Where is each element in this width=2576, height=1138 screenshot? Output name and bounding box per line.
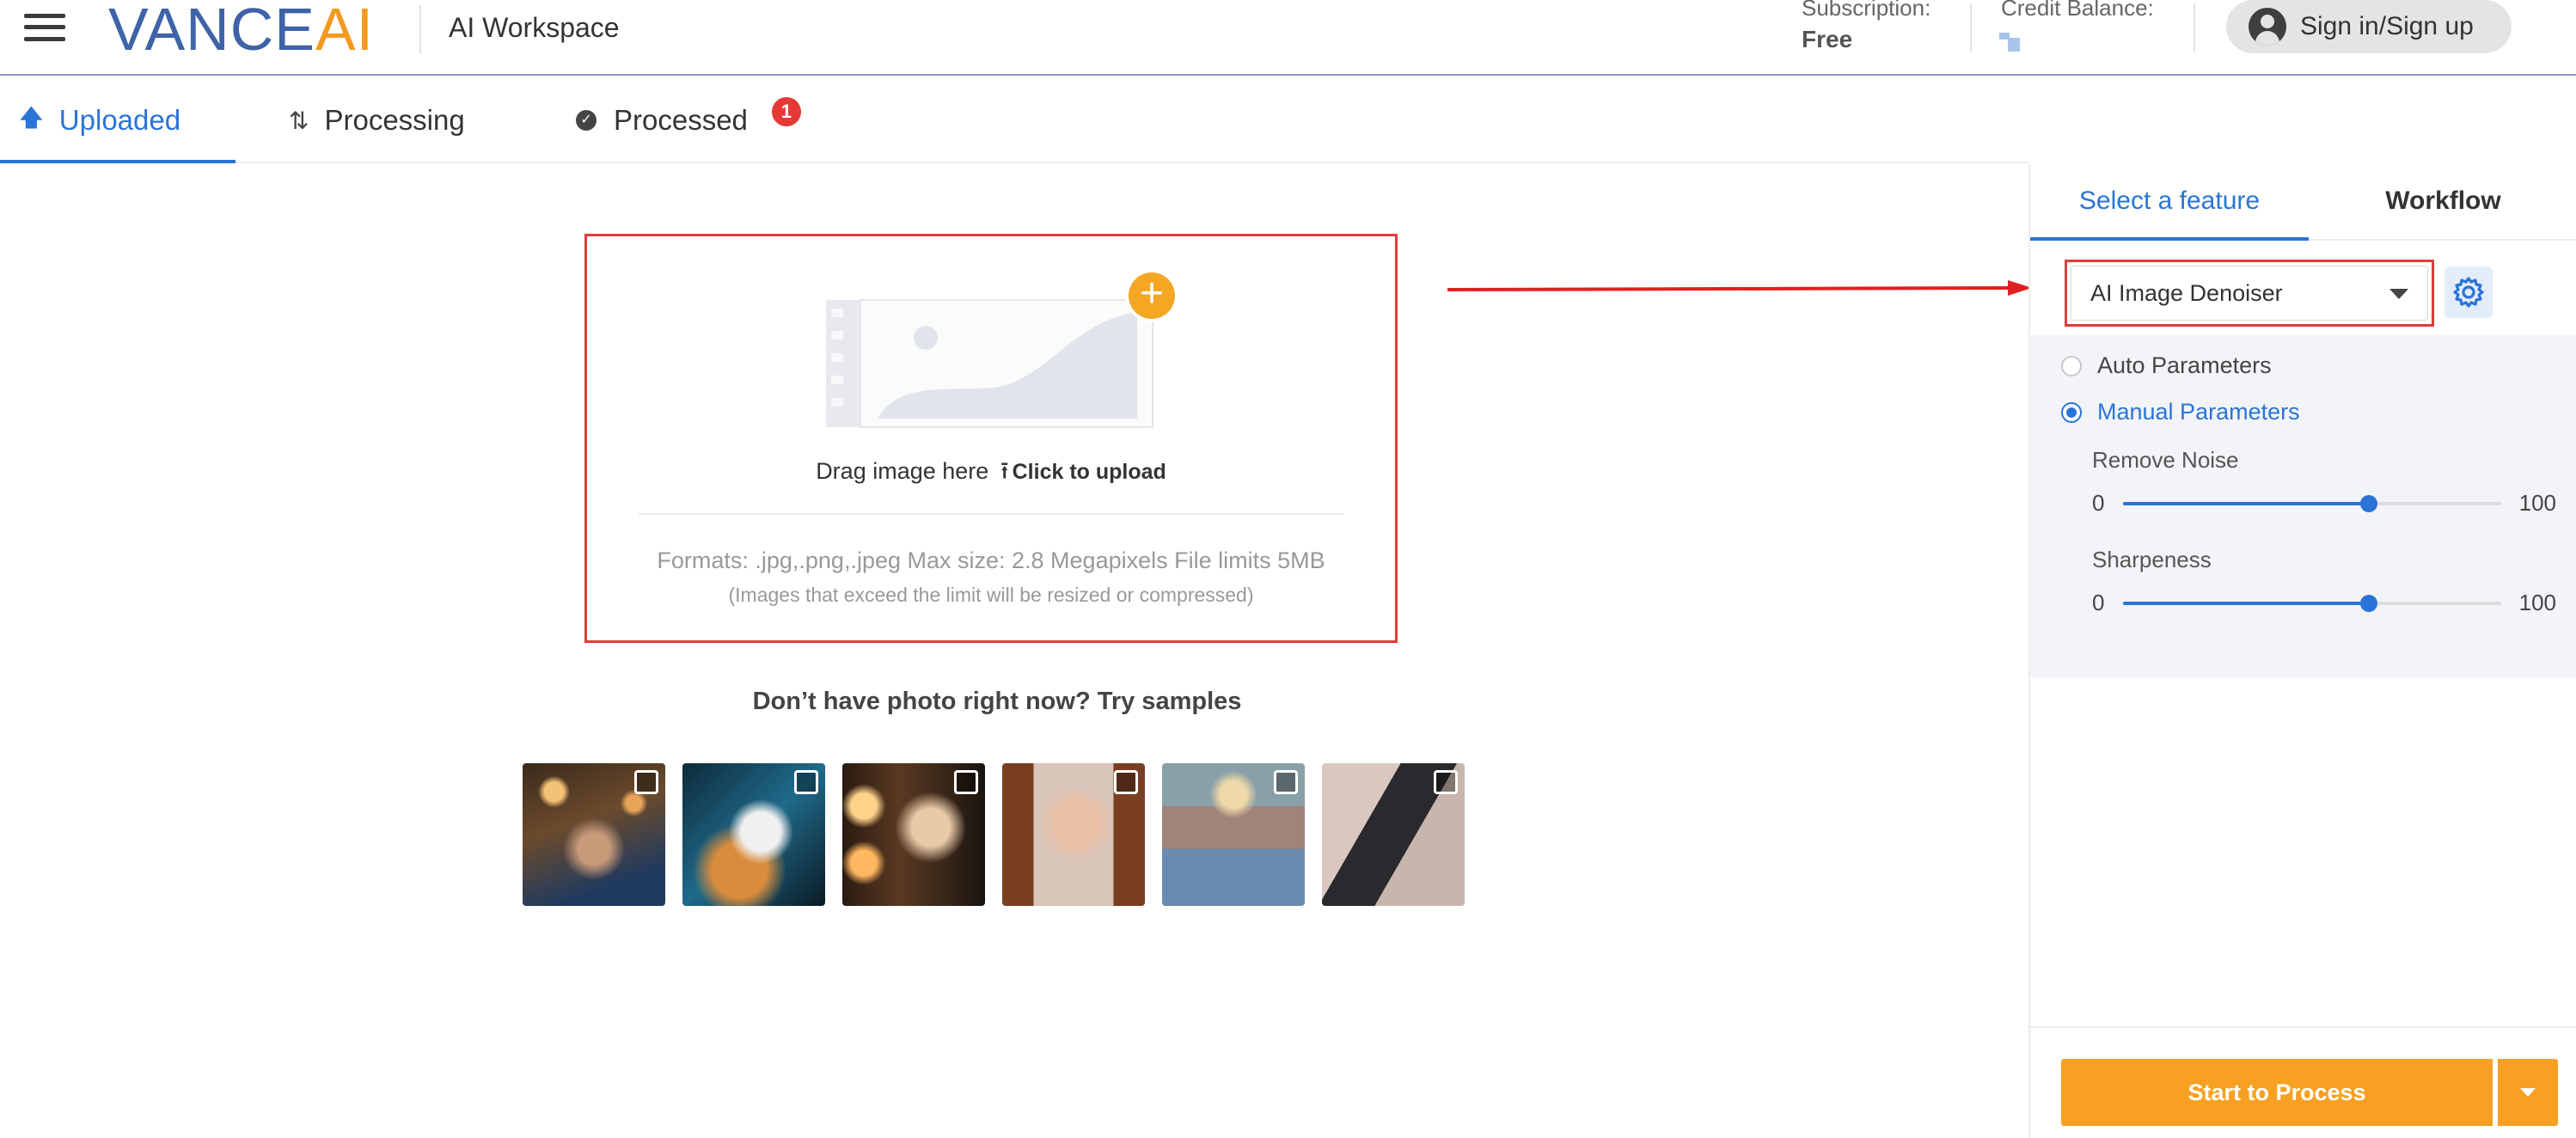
upload-tray-icon: ⭱ — [1000, 457, 1009, 484]
formats-text: Formats: .jpg,.png,.jpeg Max size: 2.8 M… — [657, 548, 1325, 573]
tab-processing-label: Processing — [324, 104, 465, 136]
logo-main-text: VANCE — [108, 0, 315, 63]
header-divider — [419, 5, 421, 53]
upload-dropzone[interactable]: + Drag image here ⭱ Click to upload Forma… — [584, 234, 1398, 643]
header-separator — [2194, 3, 2195, 52]
slider-max: 100 — [2518, 490, 2556, 516]
remove-noise-slider[interactable] — [2123, 495, 2501, 512]
chevron-down-icon — [2520, 1088, 2536, 1097]
start-process-button[interactable]: Start to Process — [2061, 1059, 2493, 1126]
refresh-icon: ⇅ — [289, 107, 309, 134]
drag-text: Drag image here — [816, 458, 989, 484]
manual-parameters-radio[interactable] — [2061, 401, 2082, 423]
manual-parameters-label: Manual Parameters — [2097, 399, 2300, 425]
tab-workflow[interactable]: Workflow — [2309, 163, 2576, 239]
sample-checkbox[interactable] — [954, 770, 978, 794]
sharpeness-slider-row: 0 100 — [2092, 586, 2556, 621]
gear-icon — [2453, 277, 2484, 308]
active-tab-indicator — [0, 160, 236, 163]
top-header: VANCEAI AI Workspace Subscription: Free … — [0, 0, 2576, 76]
tab-select-feature[interactable]: Select a feature — [2030, 163, 2309, 239]
tab-uploaded-label: Uploaded — [58, 104, 181, 136]
sample-checkbox[interactable] — [1434, 770, 1458, 794]
sample-checkbox[interactable] — [1274, 770, 1298, 794]
sample-image-1[interactable] — [523, 763, 665, 906]
logo-accent-text: AI — [315, 0, 375, 63]
sample-checkbox[interactable] — [794, 770, 818, 794]
check-circle-icon: ✓ — [576, 110, 597, 131]
panel-tab-indicator — [2030, 237, 2309, 241]
sample-image-5[interactable] — [1162, 763, 1305, 906]
remove-noise-slider-row: 0 100 — [2092, 486, 2556, 521]
click-to-upload-link[interactable]: Click to upload — [1013, 460, 1166, 484]
annotation-arrow-icon — [1447, 280, 2032, 296]
hamburger-menu-icon[interactable] — [24, 7, 65, 48]
samples-title: Don’t have photo right now? Try samples — [752, 688, 1242, 715]
tab-uploaded[interactable]: 🡅 Uploaded — [19, 77, 181, 163]
feature-dropdown[interactable]: AI Image Denoiser — [2065, 260, 2434, 327]
vanceai-logo[interactable]: VANCEAI — [108, 0, 374, 64]
upload-divider — [639, 513, 1343, 515]
subscription-label: Subscription: — [1802, 0, 1931, 21]
panel-footer-divider — [2030, 1026, 2576, 1028]
upload-arrow-icon: 🡅 — [19, 104, 44, 131]
panel-tabs: Select a feature Workflow — [2030, 163, 2576, 241]
manual-parameters-option[interactable]: Manual Parameters — [2061, 399, 2300, 425]
image-placeholder-icon — [826, 299, 1153, 428]
add-image-icon[interactable]: + — [1129, 272, 1175, 319]
tab-processing[interactable]: ⇅ Processing — [289, 77, 465, 163]
sharpeness-label: Sharpeness — [2092, 547, 2212, 572]
slider-handle[interactable] — [2360, 595, 2377, 612]
sample-image-2[interactable] — [682, 763, 825, 906]
header-separator — [1970, 3, 1972, 52]
slider-min: 0 — [2092, 490, 2105, 516]
sharpeness-slider[interactable] — [2123, 595, 2501, 612]
slider-fill — [2123, 502, 2369, 505]
sample-image-3[interactable] — [842, 763, 985, 906]
status-tabs: 🡅 Uploaded ⇅ Processing ✓ Processed 1 — [0, 77, 2028, 163]
selected-feature-label: AI Image Denoiser — [2090, 279, 2283, 306]
auto-parameters-label: Auto Parameters — [2097, 352, 2272, 378]
tab-processed[interactable]: ✓ Processed 1 — [576, 77, 801, 163]
slider-fill — [2123, 602, 2369, 605]
drag-upload-row: Drag image here ⭱ Click to upload — [587, 453, 1395, 494]
slider-handle[interactable] — [2360, 495, 2377, 512]
auto-parameters-radio[interactable] — [2061, 355, 2082, 376]
process-options-dropdown[interactable] — [2498, 1059, 2558, 1126]
sample-checkbox[interactable] — [1114, 770, 1138, 794]
app-title: AI Workspace — [449, 12, 620, 43]
tab-processed-label: Processed — [614, 104, 748, 136]
slider-min: 0 — [2092, 590, 2105, 615]
slider-max: 100 — [2518, 590, 2556, 615]
credit-loading-icon — [1999, 33, 2025, 53]
credit-balance-label: Credit Balance: — [2001, 0, 2154, 21]
feature-dropdown-field[interactable]: AI Image Denoiser — [2071, 266, 2428, 321]
subscription-value: Free — [1802, 26, 1853, 52]
sample-checkbox[interactable] — [634, 770, 658, 794]
settings-gear-button[interactable] — [2444, 266, 2493, 318]
sample-image-6[interactable] — [1322, 763, 1465, 906]
signin-button[interactable]: Sign in/Sign up — [2226, 0, 2512, 53]
processed-count-badge: 1 — [771, 97, 801, 126]
sample-image-4[interactable] — [1002, 763, 1145, 906]
remove-noise-label: Remove Noise — [2092, 447, 2239, 473]
feature-panel: Select a feature Workflow AI Image Denoi… — [2028, 163, 2576, 1138]
parameters-section: Auto Parameters Manual Parameters Remove… — [2030, 335, 2576, 677]
user-avatar-icon — [2249, 8, 2286, 46]
formats-note: (Images that exceed the limit will be re… — [728, 584, 1254, 606]
signin-label: Sign in/Sign up — [2300, 12, 2474, 40]
chevron-down-icon — [2389, 289, 2408, 299]
auto-parameters-option[interactable]: Auto Parameters — [2061, 352, 2272, 379]
